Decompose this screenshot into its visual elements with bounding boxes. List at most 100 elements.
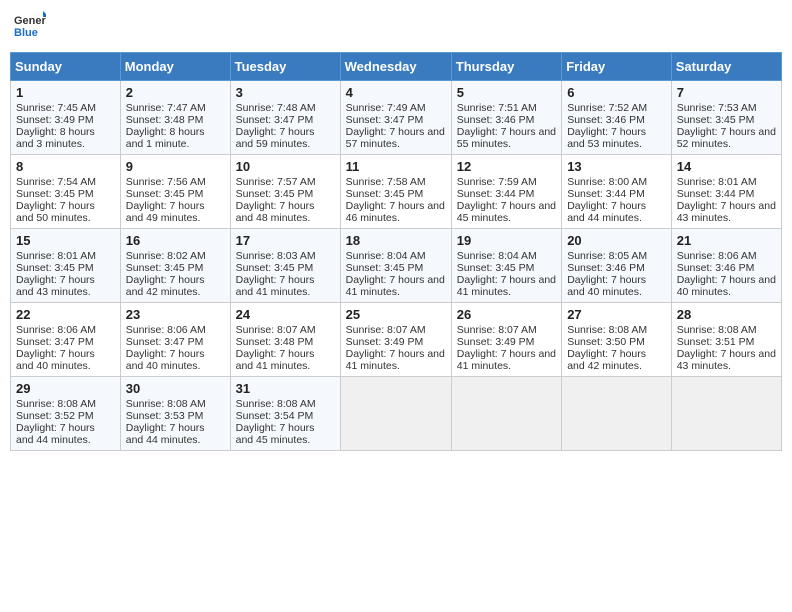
daylight: Daylight: 7 hours and 41 minutes. [457, 274, 556, 298]
sunset: Sunset: 3:50 PM [567, 336, 645, 348]
day-number: 13 [567, 159, 666, 174]
daylight: Daylight: 7 hours and 48 minutes. [236, 200, 315, 224]
sunrise: Sunrise: 8:07 AM [236, 324, 316, 336]
daylight: Daylight: 7 hours and 57 minutes. [346, 126, 445, 150]
sunrise: Sunrise: 7:58 AM [346, 176, 426, 188]
sunset: Sunset: 3:53 PM [126, 410, 204, 422]
calendar-header-row: SundayMondayTuesdayWednesdayThursdayFrid… [11, 53, 782, 81]
daylight: Daylight: 7 hours and 49 minutes. [126, 200, 205, 224]
day-number: 10 [236, 159, 335, 174]
sunset: Sunset: 3:48 PM [236, 336, 314, 348]
calendar-cell [562, 377, 672, 451]
day-number: 23 [126, 307, 225, 322]
daylight: Daylight: 7 hours and 42 minutes. [567, 348, 646, 372]
daylight: Daylight: 7 hours and 41 minutes. [236, 348, 315, 372]
daylight: Daylight: 7 hours and 41 minutes. [236, 274, 315, 298]
calendar-cell [340, 377, 451, 451]
day-number: 20 [567, 233, 666, 248]
sunset: Sunset: 3:49 PM [457, 336, 535, 348]
calendar-day-header: Wednesday [340, 53, 451, 81]
sunset: Sunset: 3:45 PM [126, 188, 204, 200]
calendar-week-row: 15Sunrise: 8:01 AMSunset: 3:45 PMDayligh… [11, 229, 782, 303]
sunset: Sunset: 3:45 PM [346, 188, 424, 200]
sunset: Sunset: 3:46 PM [567, 262, 645, 274]
calendar-cell: 30Sunrise: 8:08 AMSunset: 3:53 PMDayligh… [120, 377, 230, 451]
calendar-day-header: Monday [120, 53, 230, 81]
calendar-cell: 1Sunrise: 7:45 AMSunset: 3:49 PMDaylight… [11, 81, 121, 155]
day-number: 31 [236, 381, 335, 396]
daylight: Daylight: 7 hours and 41 minutes. [346, 274, 445, 298]
sunset: Sunset: 3:45 PM [16, 188, 94, 200]
sunset: Sunset: 3:54 PM [236, 410, 314, 422]
calendar-cell: 19Sunrise: 8:04 AMSunset: 3:45 PMDayligh… [451, 229, 561, 303]
sunrise: Sunrise: 8:05 AM [567, 250, 647, 262]
sunset: Sunset: 3:45 PM [457, 262, 535, 274]
calendar-cell: 29Sunrise: 8:08 AMSunset: 3:52 PMDayligh… [11, 377, 121, 451]
day-number: 15 [16, 233, 115, 248]
sunrise: Sunrise: 7:57 AM [236, 176, 316, 188]
sunrise: Sunrise: 8:06 AM [126, 324, 206, 336]
sunset: Sunset: 3:44 PM [457, 188, 535, 200]
day-number: 29 [16, 381, 115, 396]
sunrise: Sunrise: 8:08 AM [236, 398, 316, 410]
daylight: Daylight: 7 hours and 43 minutes. [677, 200, 776, 224]
sunset: Sunset: 3:46 PM [677, 262, 755, 274]
day-number: 7 [677, 85, 776, 100]
day-number: 21 [677, 233, 776, 248]
daylight: Daylight: 7 hours and 44 minutes. [126, 422, 205, 446]
daylight: Daylight: 7 hours and 40 minutes. [16, 348, 95, 372]
calendar-cell: 5Sunrise: 7:51 AMSunset: 3:46 PMDaylight… [451, 81, 561, 155]
calendar-cell: 28Sunrise: 8:08 AMSunset: 3:51 PMDayligh… [671, 303, 781, 377]
day-number: 17 [236, 233, 335, 248]
calendar-cell: 26Sunrise: 8:07 AMSunset: 3:49 PMDayligh… [451, 303, 561, 377]
sunrise: Sunrise: 8:04 AM [346, 250, 426, 262]
calendar-cell: 7Sunrise: 7:53 AMSunset: 3:45 PMDaylight… [671, 81, 781, 155]
day-number: 30 [126, 381, 225, 396]
calendar-table: SundayMondayTuesdayWednesdayThursdayFrid… [10, 52, 782, 451]
svg-text:Blue: Blue [14, 27, 38, 39]
sunset: Sunset: 3:45 PM [236, 262, 314, 274]
sunset: Sunset: 3:45 PM [236, 188, 314, 200]
daylight: Daylight: 7 hours and 44 minutes. [16, 422, 95, 446]
logo: General Blue [14, 10, 46, 46]
calendar-day-header: Sunday [11, 53, 121, 81]
calendar-cell: 23Sunrise: 8:06 AMSunset: 3:47 PMDayligh… [120, 303, 230, 377]
calendar-cell: 31Sunrise: 8:08 AMSunset: 3:54 PMDayligh… [230, 377, 340, 451]
calendar-cell [451, 377, 561, 451]
daylight: Daylight: 7 hours and 55 minutes. [457, 126, 556, 150]
daylight: Daylight: 7 hours and 40 minutes. [677, 274, 776, 298]
sunrise: Sunrise: 7:56 AM [126, 176, 206, 188]
sunset: Sunset: 3:47 PM [346, 114, 424, 126]
calendar-cell: 14Sunrise: 8:01 AMSunset: 3:44 PMDayligh… [671, 155, 781, 229]
day-number: 5 [457, 85, 556, 100]
sunrise: Sunrise: 8:08 AM [677, 324, 757, 336]
day-number: 1 [16, 85, 115, 100]
calendar-day-header: Saturday [671, 53, 781, 81]
sunrise: Sunrise: 7:47 AM [126, 102, 206, 114]
sunrise: Sunrise: 8:01 AM [677, 176, 757, 188]
calendar-week-row: 22Sunrise: 8:06 AMSunset: 3:47 PMDayligh… [11, 303, 782, 377]
sunset: Sunset: 3:44 PM [567, 188, 645, 200]
day-number: 9 [126, 159, 225, 174]
daylight: Daylight: 7 hours and 42 minutes. [126, 274, 205, 298]
day-number: 4 [346, 85, 446, 100]
day-number: 24 [236, 307, 335, 322]
logo-svg: General Blue [14, 10, 46, 46]
day-number: 27 [567, 307, 666, 322]
sunset: Sunset: 3:47 PM [16, 336, 94, 348]
calendar-cell: 20Sunrise: 8:05 AMSunset: 3:46 PMDayligh… [562, 229, 672, 303]
daylight: Daylight: 7 hours and 43 minutes. [677, 348, 776, 372]
sunset: Sunset: 3:45 PM [16, 262, 94, 274]
daylight: Daylight: 8 hours and 1 minute. [126, 126, 205, 150]
calendar-cell: 24 Sunrise: 8:07 AMSunset: 3:48 PMDayligh… [230, 303, 340, 377]
svg-text:General: General [14, 15, 46, 27]
day-number: 16 [126, 233, 225, 248]
day-number: 11 [346, 159, 446, 174]
sunset: Sunset: 3:47 PM [236, 114, 314, 126]
calendar-cell: 27Sunrise: 8:08 AMSunset: 3:50 PMDayligh… [562, 303, 672, 377]
sunrise: Sunrise: 7:59 AM [457, 176, 537, 188]
day-number: 25 [346, 307, 446, 322]
sunrise: Sunrise: 8:08 AM [16, 398, 96, 410]
calendar-day-header: Tuesday [230, 53, 340, 81]
calendar-cell: 8Sunrise: 7:54 AMSunset: 3:45 PMDaylight… [11, 155, 121, 229]
